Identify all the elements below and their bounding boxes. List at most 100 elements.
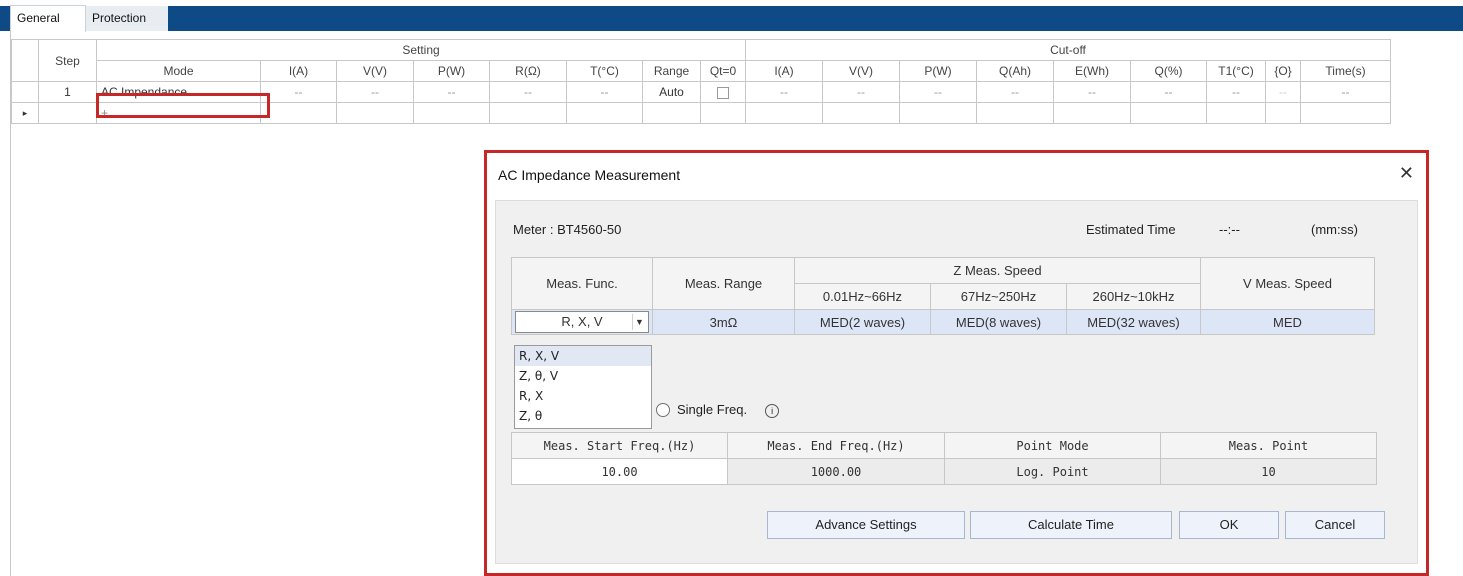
chevron-down-icon[interactable]: ▼ bbox=[632, 314, 646, 330]
col-header-cutoff-qpct[interactable]: Q(%) bbox=[1130, 60, 1207, 82]
cutoff-cell[interactable]: -- bbox=[899, 81, 977, 103]
dropdown-option[interactable]: R, X, V bbox=[515, 346, 651, 366]
table-row[interactable]: 10.00 1000.00 Log. Point 10 bbox=[511, 458, 1377, 485]
point-mode-select[interactable]: Log. Point bbox=[944, 458, 1161, 485]
empty-cell[interactable] bbox=[489, 102, 567, 124]
setting-cell[interactable]: -- bbox=[260, 81, 337, 103]
meas-point-input[interactable]: 10 bbox=[1160, 458, 1377, 485]
col-header-cutoff-qah[interactable]: Q(Ah) bbox=[976, 60, 1054, 82]
meas-func-cell[interactable]: R, X, V ▼ bbox=[511, 309, 653, 335]
col-header-cutoff-o[interactable]: {O} bbox=[1265, 60, 1301, 82]
col-header-range[interactable]: Range bbox=[642, 60, 701, 82]
step-cell[interactable]: 1 bbox=[38, 81, 97, 103]
col-header-cutoff-t1[interactable]: T1(°C) bbox=[1206, 60, 1266, 82]
empty-cell[interactable] bbox=[566, 102, 643, 124]
add-row-cell[interactable]: + bbox=[96, 102, 261, 124]
range-cell[interactable]: Auto bbox=[642, 81, 701, 103]
advance-settings-button[interactable]: Advance Settings bbox=[767, 511, 965, 539]
z-speed-cell[interactable]: MED(32 waves) bbox=[1066, 309, 1201, 335]
v-speed-cell[interactable]: MED bbox=[1200, 309, 1375, 335]
setting-cell[interactable]: -- bbox=[413, 81, 490, 103]
mode-cell[interactable]: AC Impendance bbox=[96, 81, 261, 103]
table-row[interactable]: 1 AC Impendance -- -- -- -- -- Auto -- -… bbox=[11, 81, 1391, 103]
empty-cell[interactable] bbox=[413, 102, 490, 124]
cutoff-cell[interactable]: -- bbox=[1130, 81, 1207, 103]
estimated-time-unit: (mm:ss) bbox=[1311, 222, 1358, 237]
z-speed-cell[interactable]: MED(8 waves) bbox=[930, 309, 1067, 335]
meas-range-header: Meas. Range bbox=[652, 257, 795, 310]
start-freq-input[interactable]: 10.00 bbox=[511, 458, 728, 485]
close-icon[interactable]: ✕ bbox=[1399, 163, 1414, 184]
estimated-time-value: --:-- bbox=[1219, 222, 1240, 237]
col-header-cutoff-e[interactable]: E(Wh) bbox=[1053, 60, 1131, 82]
qt0-cell[interactable] bbox=[700, 81, 746, 103]
col-header-setting-i[interactable]: I(A) bbox=[260, 60, 337, 82]
tab-bar-background bbox=[0, 6, 1463, 31]
cutoff-cell[interactable]: -- bbox=[745, 81, 823, 103]
dropdown-option[interactable]: R, X bbox=[515, 386, 651, 406]
qt0-checkbox[interactable] bbox=[717, 86, 729, 99]
single-freq-label: Single Freq. bbox=[677, 402, 748, 417]
empty-cell[interactable] bbox=[976, 102, 1054, 124]
empty-cell[interactable] bbox=[745, 102, 823, 124]
cutoff-cell[interactable]: -- bbox=[822, 81, 900, 103]
z-speed-cell[interactable]: MED(2 waves) bbox=[794, 309, 931, 335]
meas-func-header: Meas. Func. bbox=[511, 257, 653, 310]
col-header-cutoff-v[interactable]: V(V) bbox=[822, 60, 900, 82]
tab-general[interactable]: General bbox=[10, 5, 86, 32]
row-indicator[interactable] bbox=[11, 81, 39, 103]
col-header-cutoff-p[interactable]: P(W) bbox=[899, 60, 977, 82]
empty-cell[interactable] bbox=[260, 102, 337, 124]
point-mode-header: Point Mode bbox=[944, 432, 1161, 459]
meas-range-cell[interactable]: 3mΩ bbox=[652, 309, 795, 335]
start-freq-header: Meas. Start Freq.(Hz) bbox=[511, 432, 728, 459]
new-row[interactable]: ▸ + bbox=[11, 102, 1391, 124]
single-freq-option[interactable]: Single Freq. i bbox=[656, 402, 780, 418]
cancel-button[interactable]: Cancel bbox=[1285, 511, 1385, 539]
empty-cell[interactable] bbox=[1300, 102, 1391, 124]
meas-func-select[interactable]: R, X, V ▼ bbox=[515, 311, 649, 333]
current-row-marker-icon: ▸ bbox=[11, 102, 39, 124]
col-header-setting-t[interactable]: T(°C) bbox=[566, 60, 643, 82]
col-header-mode[interactable]: Mode bbox=[96, 60, 261, 82]
empty-cell[interactable] bbox=[1206, 102, 1266, 124]
meas-func-value: R, X, V bbox=[561, 314, 603, 329]
dropdown-option[interactable]: Z, θ, V bbox=[515, 366, 651, 386]
cutoff-cell[interactable]: -- bbox=[976, 81, 1054, 103]
empty-cell[interactable] bbox=[700, 102, 746, 124]
col-header-setting-v[interactable]: V(V) bbox=[336, 60, 414, 82]
cutoff-cell[interactable]: -- bbox=[1053, 81, 1131, 103]
setting-cell[interactable]: -- bbox=[566, 81, 643, 103]
col-header-cutoff-time[interactable]: Time(s) bbox=[1300, 60, 1391, 82]
info-icon[interactable]: i bbox=[765, 404, 780, 418]
table-row[interactable]: R, X, V ▼ 3mΩ MED(2 waves) MED(8 waves) … bbox=[511, 309, 1375, 335]
empty-cell[interactable] bbox=[336, 102, 414, 124]
col-header-setting-p[interactable]: P(W) bbox=[413, 60, 490, 82]
dropdown-option[interactable]: Z, θ bbox=[515, 406, 651, 426]
setting-cell[interactable]: -- bbox=[336, 81, 414, 103]
z-band-header: 67Hz~250Hz bbox=[930, 283, 1067, 310]
frequency-sweep-table: Meas. Start Freq.(Hz) Meas. End Freq.(Hz… bbox=[511, 432, 1377, 485]
end-freq-input[interactable]: 1000.00 bbox=[727, 458, 945, 485]
empty-cell[interactable] bbox=[1130, 102, 1207, 124]
step-cell[interactable] bbox=[38, 102, 97, 124]
empty-cell[interactable] bbox=[1265, 102, 1301, 124]
empty-cell[interactable] bbox=[1053, 102, 1131, 124]
col-header-setting-r[interactable]: R(Ω) bbox=[489, 60, 567, 82]
tab-protection[interactable]: Protection bbox=[86, 6, 168, 31]
z-band-header: 260Hz~10kHz bbox=[1066, 283, 1201, 310]
v-speed-header: V Meas. Speed bbox=[1200, 257, 1375, 310]
empty-cell[interactable] bbox=[899, 102, 977, 124]
calculate-time-button[interactable]: Calculate Time bbox=[970, 511, 1172, 539]
col-header-qt0[interactable]: Qt=0 bbox=[700, 60, 746, 82]
cutoff-cell[interactable]: -- bbox=[1206, 81, 1266, 103]
single-freq-radio[interactable] bbox=[656, 403, 670, 417]
row-indicator-header bbox=[11, 39, 39, 82]
ok-button[interactable]: OK bbox=[1179, 511, 1279, 539]
empty-cell[interactable] bbox=[642, 102, 701, 124]
cutoff-cell[interactable]: -- bbox=[1300, 81, 1391, 103]
cutoff-cell[interactable]: -- bbox=[1265, 81, 1301, 103]
setting-cell[interactable]: -- bbox=[489, 81, 567, 103]
col-header-cutoff-i[interactable]: I(A) bbox=[745, 60, 823, 82]
empty-cell[interactable] bbox=[822, 102, 900, 124]
